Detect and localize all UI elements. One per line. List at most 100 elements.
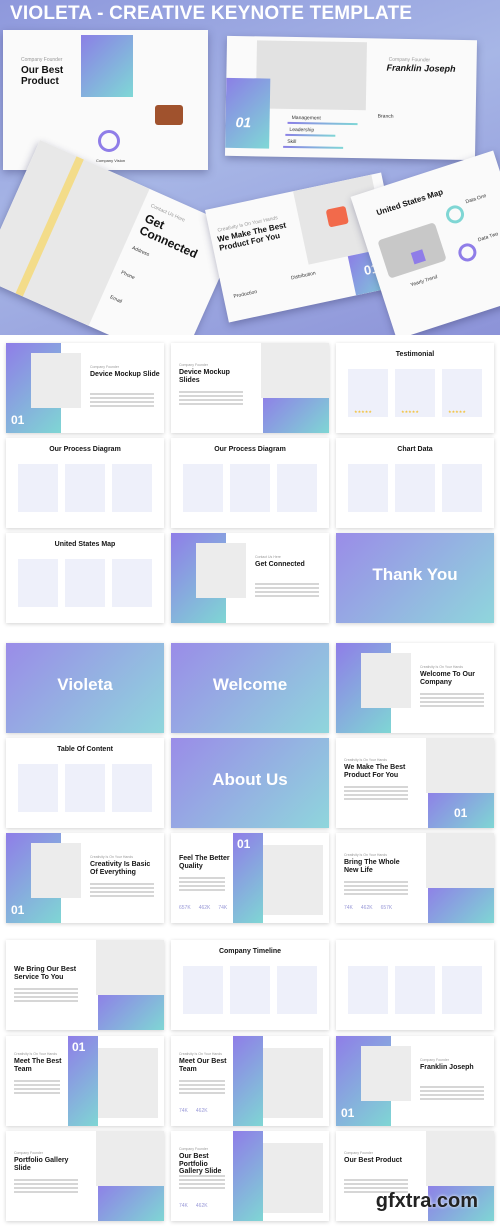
text-line bbox=[179, 1179, 225, 1181]
text-line bbox=[14, 1183, 78, 1185]
text-line bbox=[90, 895, 154, 897]
slide-we-make-the-best-product-for-you: Creativity Is On Your Hands We Make The B… bbox=[336, 738, 494, 828]
stats-row: 74K 462K bbox=[179, 1203, 208, 1209]
content-block bbox=[112, 764, 152, 812]
text-line bbox=[255, 595, 319, 597]
stat-value: 462K bbox=[195, 1108, 208, 1114]
slide-about-us: About Us bbox=[171, 738, 329, 828]
slide-feel-the-better-quality: Feel The Better Quality 01 657K 462K 74K bbox=[171, 833, 329, 923]
content-block bbox=[348, 966, 388, 1014]
slide-number-badge: 01 bbox=[454, 806, 468, 820]
hero-card-our-best-product: Company Founder Our Best Product Company… bbox=[3, 30, 208, 170]
text-line bbox=[179, 399, 243, 401]
content-block bbox=[395, 464, 435, 512]
text-line bbox=[420, 1090, 484, 1092]
slide-title: Table Of Content bbox=[57, 746, 113, 753]
slide-number-badge: 01 bbox=[11, 413, 25, 427]
slide-our-best-portfolio-gallery-slide: Company Founder Our Best Portfolio Galler… bbox=[171, 1131, 329, 1221]
gradient-block bbox=[263, 393, 329, 433]
text-line bbox=[344, 885, 408, 887]
slide-company-timeline: Company Timeline bbox=[171, 940, 329, 1030]
stat-value: 462K bbox=[195, 1203, 208, 1209]
text-line bbox=[14, 1187, 78, 1189]
content-block bbox=[442, 966, 482, 1014]
slide-title: Get Connected bbox=[255, 561, 305, 568]
gradient-block bbox=[428, 883, 494, 923]
image bbox=[31, 353, 81, 408]
slide-welcome-to-our-company: Creativity Is On Your Hands Welcome To Ou… bbox=[336, 643, 494, 733]
slide-kicker: Creativity Is On Your Hands bbox=[344, 853, 387, 857]
slide-thank-you: Thank You bbox=[336, 533, 494, 623]
image bbox=[196, 543, 246, 598]
text-line bbox=[14, 1191, 78, 1193]
text-line bbox=[90, 405, 154, 407]
content-block bbox=[65, 764, 105, 812]
slide-violeta: Violeta bbox=[6, 643, 164, 733]
slide-title: Testimonial bbox=[395, 351, 435, 358]
text-line bbox=[179, 403, 243, 405]
stat-value: 74K bbox=[179, 1108, 188, 1114]
slide-title: Portfolio Gallery Slide bbox=[14, 1157, 69, 1172]
content-block bbox=[395, 966, 435, 1014]
text-line bbox=[344, 893, 408, 895]
slide-kicker: Company Founder bbox=[344, 1151, 373, 1155]
image bbox=[96, 1131, 164, 1186]
slide-number-badge: 01 bbox=[72, 1040, 86, 1054]
slide-table-of-content: Table Of Content bbox=[6, 738, 164, 828]
slide-title: Violeta bbox=[57, 675, 113, 694]
slide-meet-our-best-team: Creativity Is On Your Hands Meet Our Best… bbox=[171, 1036, 329, 1126]
content-block bbox=[183, 464, 223, 512]
text-line bbox=[90, 393, 154, 395]
slide-title: Welcome To Our Company bbox=[420, 671, 475, 686]
text-line bbox=[90, 883, 154, 885]
slide-kicker: Creativity Is On Your Hands bbox=[344, 758, 387, 762]
slide-our-process-diagram: Our Process Diagram bbox=[171, 438, 329, 528]
slide-title: Creativity Is Basic Of Everything bbox=[90, 861, 151, 876]
slide-title: Our Process Diagram bbox=[214, 446, 286, 453]
slide-kicker: Creativity Is On Your Hands bbox=[90, 855, 133, 859]
watermark: gfxtra.com bbox=[375, 1190, 478, 1212]
content-block bbox=[65, 464, 105, 512]
image bbox=[426, 1131, 494, 1186]
slide-kicker: Company Founder bbox=[90, 365, 119, 369]
slide-title: We Bring Our Best Service To You bbox=[14, 966, 77, 981]
slide-title: Meet The Best Team bbox=[14, 1058, 62, 1073]
content-block bbox=[65, 559, 105, 607]
stat-value: 657K bbox=[380, 905, 393, 911]
slide-title: Franklin Joseph bbox=[420, 1064, 474, 1071]
text-line bbox=[179, 1080, 225, 1082]
text-line bbox=[420, 701, 484, 703]
slide-title: United States Map bbox=[54, 541, 116, 548]
slide-kicker: Contact Us Here bbox=[255, 555, 281, 559]
image bbox=[361, 1046, 411, 1101]
text-line bbox=[420, 697, 484, 699]
content-block bbox=[277, 464, 317, 512]
image bbox=[263, 1143, 323, 1213]
slide-untitled bbox=[336, 940, 494, 1030]
slide-device-mockup-slide: Company Founder Device Mockup Slide 01 bbox=[6, 343, 164, 433]
text-line bbox=[255, 583, 319, 585]
slide-kicker: Company Founder bbox=[420, 1058, 449, 1062]
text-line bbox=[179, 889, 225, 891]
slide-title: Meet Our Best Team bbox=[179, 1058, 227, 1073]
text-line bbox=[420, 705, 484, 707]
image bbox=[261, 343, 329, 398]
slide-chart-data: Chart Data bbox=[336, 438, 494, 528]
text-line bbox=[344, 794, 408, 796]
image bbox=[426, 833, 494, 888]
text-line bbox=[255, 587, 319, 589]
text-line bbox=[90, 401, 154, 403]
slide-creativity-is-basic-of-everything: Creativity Is On Your Hands Creativity Is… bbox=[6, 833, 164, 923]
text-line bbox=[179, 1187, 225, 1189]
text-line bbox=[179, 395, 243, 397]
slide-meet-the-best-team: Creativity Is On Your Hands Meet The Best… bbox=[6, 1036, 164, 1126]
image bbox=[426, 738, 494, 793]
text-line bbox=[344, 1179, 408, 1181]
text-line bbox=[90, 887, 154, 889]
text-line bbox=[344, 881, 408, 883]
image bbox=[263, 1048, 323, 1118]
gradient-block bbox=[98, 990, 164, 1030]
slide-bring-the-whole-new-life: Creativity Is On Your Hands Bring The Who… bbox=[336, 833, 494, 923]
slide-title: Our Process Diagram bbox=[49, 446, 121, 453]
rating-stars-icon: ★★★★★ bbox=[448, 409, 466, 414]
